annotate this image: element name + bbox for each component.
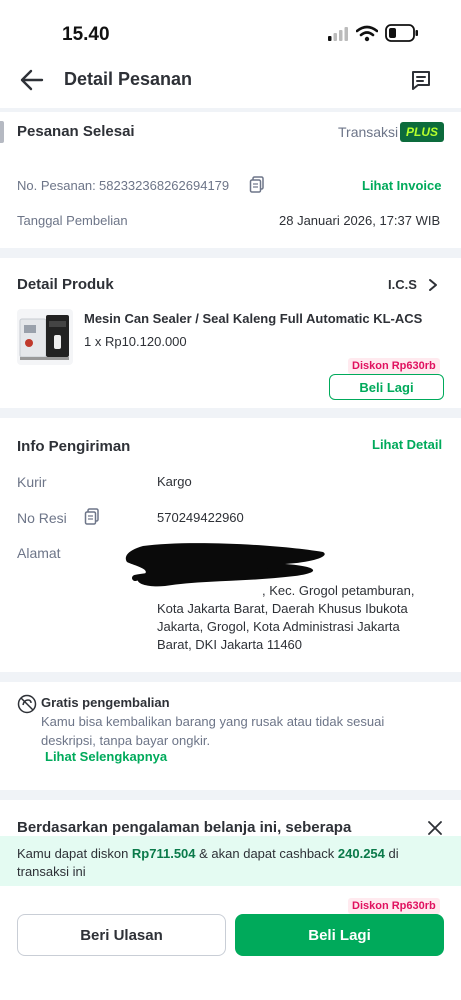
product-section-title: Detail Produk (17, 276, 114, 293)
return-desc-line: deskripsi, tanpa bayar ongkir. (41, 733, 211, 748)
chat-icon (409, 68, 435, 92)
product-card: Detail Produk I.C.S Mesin Can Sealer / S… (0, 258, 461, 408)
plus-badge: PLUS (400, 122, 444, 142)
product-image[interactable] (17, 309, 73, 365)
transaction-label: Transaksi (338, 124, 399, 140)
address-label: Alamat (17, 545, 61, 561)
product-name[interactable]: Mesin Can Sealer / Seal Kaleng Full Auto… (84, 311, 444, 326)
chevron-right-icon[interactable] (428, 278, 438, 292)
return-icon (17, 694, 37, 714)
shop-name[interactable]: I.C.S (388, 277, 417, 292)
purchase-date: 28 Januari 2026, 17:37 WIB (279, 213, 441, 228)
close-icon (428, 821, 442, 835)
copy-icon (249, 176, 265, 194)
buy-again-button[interactable]: Beli Lagi (235, 914, 444, 956)
review-question: Berdasarkan pengalaman belanja ini, sebe… (17, 819, 352, 836)
write-review-button[interactable]: Beri Ulasan (17, 914, 226, 956)
copy-icon (84, 508, 100, 526)
order-info-card: Pesanan Selesai Transaksi PLUS No. Pesan… (0, 112, 461, 248)
status-indicator (0, 121, 4, 143)
bottom-action-bar: Diskon Rp630rb Beri Ulasan Beli Lagi (0, 886, 461, 1000)
cashback-text: Kamu dapat diskon Rp711.504 & akan dapat… (17, 846, 447, 861)
courier-value: Kargo (157, 474, 192, 489)
order-number: 582332368262694179 (99, 178, 230, 193)
bottom-discount-badge: Diskon Rp630rb (348, 898, 440, 914)
buy-again-small-button[interactable]: Beli Lagi (329, 374, 444, 400)
status-time: 15.40 (62, 24, 110, 45)
product-qty-price: 1 x Rp10.120.000 (84, 334, 187, 349)
cashback-text-post: di (384, 846, 399, 861)
arrow-left-icon (18, 67, 50, 93)
resi-label: No Resi (17, 510, 67, 526)
resi-value: 570249422960 (157, 510, 244, 525)
signal-icon (327, 26, 349, 42)
address-line: Barat, DKI Jakarta 11460 (157, 637, 303, 652)
cashback-banner: Kamu dapat diskon Rp711.504 & akan dapat… (0, 836, 461, 886)
page-title: Detail Pesanan (64, 69, 193, 89)
order-status: Pesanan Selesai (17, 123, 135, 140)
review-prompt-card: Berdasarkan pengalaman belanja ini, sebe… (0, 800, 461, 840)
cashback-text-mid: & akan dapat cashback (195, 846, 338, 861)
free-return-card: Gratis pengembalian Kamu bisa kembalikan… (0, 682, 461, 790)
cashback-discount-value: Rp711.504 (131, 846, 196, 861)
cashback-text-pre: Kamu dapat diskon (17, 846, 132, 861)
copy-resi-button[interactable] (84, 508, 100, 526)
address-line: Jakarta, Grogol, Kota Administrasi Jakar… (157, 619, 400, 634)
return-more-link[interactable]: Lihat Selengkapnya (45, 749, 167, 764)
battery-icon (385, 24, 419, 42)
back-button[interactable] (18, 67, 50, 93)
chat-button[interactable] (409, 68, 435, 94)
copy-order-number-button[interactable] (249, 176, 265, 194)
invoice-link[interactable]: Lihat Invoice (362, 178, 441, 193)
shipping-detail-link[interactable]: Lihat Detail (372, 437, 442, 452)
cashback-text-line2: transaksi ini (17, 864, 86, 879)
address-line: , Kec. Grogol petamburan, (262, 583, 415, 598)
product-discount-badge: Diskon Rp630rb (348, 358, 440, 374)
address-line: Kota Jakarta Barat, Daerah Khusus Ibukot… (157, 601, 408, 616)
purchase-date-label: Tanggal Pembelian (17, 213, 128, 228)
wifi-icon (356, 25, 378, 42)
close-button[interactable] (428, 821, 442, 835)
shipping-card: Info Pengiriman Lihat Detail Kurir Kargo… (0, 418, 461, 672)
courier-label: Kurir (17, 474, 47, 490)
cashback-value: 240.254 (337, 846, 385, 861)
order-number-label: No. Pesanan: (17, 178, 96, 193)
return-desc-line: Kamu bisa kembalikan barang yang rusak a… (41, 714, 385, 729)
return-title: Gratis pengembalian (41, 695, 170, 710)
shipping-section-title: Info Pengiriman (17, 438, 131, 455)
